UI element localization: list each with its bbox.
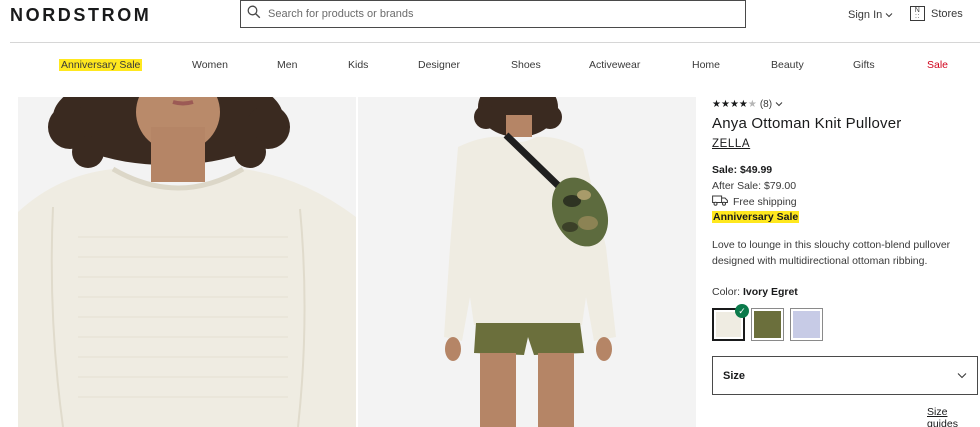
- check-icon: ✓: [735, 304, 749, 318]
- main-nav: Anniversary Sale Women Men Kids Designer…: [0, 59, 980, 73]
- product-description: Love to lounge in this slouchy cotton-bl…: [712, 239, 951, 267]
- sign-in-menu[interactable]: Sign In: [848, 9, 893, 21]
- star-icon: ★: [720, 98, 730, 110]
- search-icon: [247, 5, 261, 24]
- search-bar[interactable]: [240, 0, 746, 28]
- star-empty-icon: ★: [747, 98, 757, 110]
- swatch-lavender[interactable]: [790, 308, 823, 341]
- color-swatches: ✓: [712, 304, 823, 341]
- swatch-ivory-egret[interactable]: ✓: [712, 304, 749, 341]
- product-image-fullbody[interactable]: [358, 97, 696, 427]
- nav-item-kids[interactable]: Kids: [348, 59, 368, 71]
- size-dropdown[interactable]: Size: [712, 356, 978, 395]
- nav-item-home[interactable]: Home: [692, 59, 720, 71]
- nav-item-activewear[interactable]: Activewear: [589, 59, 640, 71]
- header-divider: [10, 42, 980, 43]
- swatch-lavender-image: [793, 311, 820, 338]
- chevron-down-icon: [885, 9, 893, 21]
- stores-link[interactable]: N:: Stores: [910, 6, 963, 21]
- store-icon: N::: [910, 6, 925, 21]
- shipping-info: Free shipping: [712, 195, 797, 209]
- star-icon: ★: [712, 98, 721, 110]
- nav-item-designer[interactable]: Designer: [418, 59, 460, 71]
- nav-item-beauty[interactable]: Beauty: [771, 59, 804, 71]
- nav-item-gifts[interactable]: Gifts: [853, 59, 875, 71]
- star-icon: ★: [738, 98, 748, 110]
- after-sale-price: After Sale: $79.00: [712, 180, 797, 192]
- color-label: Color: Ivory Egret: [712, 286, 798, 298]
- nav-item-shoes[interactable]: Shoes: [511, 59, 541, 71]
- star-rating: ★ ★ ★ ★ ★: [712, 98, 757, 110]
- product-title: Anya Ottoman Knit Pullover: [712, 115, 902, 132]
- nav-item-women[interactable]: Women: [192, 59, 228, 71]
- size-guides-link[interactable]: Size guides: [927, 406, 980, 427]
- search-input[interactable]: [268, 8, 708, 20]
- stores-label: Stores: [931, 7, 963, 20]
- rating[interactable]: ★ ★ ★ ★ ★ (8): [712, 99, 783, 110]
- chevron-down-icon: [775, 99, 783, 110]
- shipping-label: Free shipping: [733, 196, 797, 208]
- review-count: (8): [759, 99, 773, 110]
- swatch-olive-image: [754, 311, 781, 338]
- brand-link[interactable]: ZELLA: [712, 138, 750, 150]
- color-label-prefix: Color:: [712, 286, 741, 298]
- size-label: Size: [723, 369, 746, 382]
- nav-item-men[interactable]: Men: [277, 59, 297, 71]
- product-image-closeup[interactable]: [18, 97, 356, 427]
- nordstrom-logo[interactable]: NORDSTROM: [10, 5, 151, 26]
- chevron-down-icon: [957, 370, 967, 382]
- sign-in-label: Sign In: [848, 9, 883, 21]
- swatch-olive[interactable]: [751, 308, 784, 341]
- anniversary-sale-badge: Anniversary Sale: [712, 211, 800, 223]
- sale-price: Sale: $49.99: [712, 164, 773, 176]
- selected-color-name: Ivory Egret: [742, 286, 798, 298]
- nav-item-anniversary-sale[interactable]: Anniversary Sale: [59, 59, 143, 71]
- star-icon: ★: [729, 98, 739, 110]
- truck-icon: [712, 195, 728, 209]
- nav-item-sale[interactable]: Sale: [927, 59, 948, 71]
